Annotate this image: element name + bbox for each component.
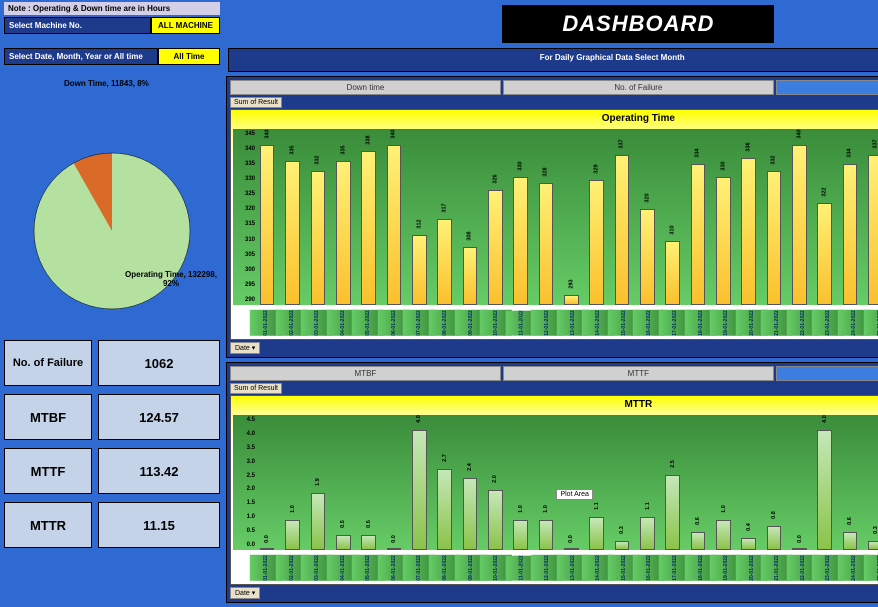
bar[interactable]: 332	[762, 129, 786, 305]
kpi-row: MTTR 11.15	[4, 502, 220, 548]
kpi-label-mttr: MTTR	[4, 502, 92, 548]
bar[interactable]: 0.3	[610, 415, 634, 550]
bar[interactable]: 1.0	[508, 415, 532, 550]
bar[interactable]: 334	[686, 129, 710, 305]
bar[interactable]: 335	[280, 129, 304, 305]
kpi-label-mttf: MTTF	[4, 448, 92, 494]
chart-title: MTTR	[231, 396, 878, 413]
bar[interactable]: 320	[635, 129, 659, 305]
bar[interactable]: 1.1	[635, 415, 659, 550]
bar[interactable]: 328	[534, 129, 558, 305]
bar[interactable]: 317	[432, 129, 456, 305]
bar[interactable]: 322	[813, 129, 837, 305]
bar[interactable]: 340	[255, 129, 279, 305]
kpi-value-failures: 1062	[98, 340, 220, 386]
dashboard-title: DASHBOARD	[502, 5, 774, 43]
dashboard-title-wrap: DASHBOARD	[224, 0, 878, 48]
bar[interactable]: 0.3	[863, 415, 878, 550]
bar[interactable]: 330	[711, 129, 735, 305]
pie-chart: Down Time, 11843, 8% Operating Time, 132…	[4, 76, 220, 336]
bar[interactable]: 4.0	[813, 415, 837, 550]
sum-of-result: Sum of Result	[230, 383, 282, 394]
kpi-value-mtbf: 124.57	[98, 394, 220, 440]
tab-failures[interactable]: No. of Failure	[503, 80, 774, 95]
tab-operating[interactable]: Operating Time	[776, 80, 878, 95]
kpi-value-mttf: 113.42	[98, 448, 220, 494]
bar[interactable]: 0.0	[787, 415, 811, 550]
bar[interactable]: 335	[331, 129, 355, 305]
bar[interactable]: 2.7	[432, 415, 456, 550]
bar[interactable]: 1.0	[534, 415, 558, 550]
bar[interactable]: 0.4	[737, 415, 761, 550]
bar[interactable]: 338	[356, 129, 380, 305]
bar[interactable]: 293	[559, 129, 583, 305]
period-select[interactable]: All Time	[158, 48, 220, 65]
bar[interactable]: 0.6	[686, 415, 710, 550]
bar[interactable]: 330	[508, 129, 532, 305]
bar[interactable]: 1.0	[280, 415, 304, 550]
bar[interactable]: 2.4	[458, 415, 482, 550]
bar[interactable]: 0.5	[356, 415, 380, 550]
pie-svg	[4, 76, 220, 336]
bar[interactable]: 2.0	[483, 415, 507, 550]
kpi-value-mttr: 11.15	[98, 502, 220, 548]
kpi-label-failures: No. of Failure	[4, 340, 92, 386]
chart-daily-mttr: MTTR Plot Area 4.54.03.53.02.52.01.51.00…	[230, 395, 878, 585]
bar[interactable]: 0.5	[331, 415, 355, 550]
bar[interactable]: 332	[306, 129, 330, 305]
daily-selector-label: For Daily Graphical Data Select Month	[228, 48, 878, 72]
bar[interactable]: 336	[737, 129, 761, 305]
bar[interactable]: 310	[661, 129, 685, 305]
date-selector[interactable]: Date ▾	[230, 587, 260, 599]
bar[interactable]: 329	[584, 129, 608, 305]
panel-daily-operating: Down time No. of Failure Operating Time …	[226, 76, 878, 358]
tab-mtbf[interactable]: MTBF	[230, 366, 501, 381]
machine-label: Select Machine No.	[4, 17, 151, 34]
bar[interactable]: 334	[838, 129, 862, 305]
kpi-row: MTBF 124.57	[4, 394, 220, 440]
bar[interactable]: 2.5	[661, 415, 685, 550]
tab-mttf[interactable]: MTTF	[503, 366, 774, 381]
bar[interactable]: 337	[610, 129, 634, 305]
kpi-row: No. of Failure 1062	[4, 340, 220, 386]
bar[interactable]: 1.9	[306, 415, 330, 550]
sum-of-result: Sum of Result	[230, 97, 282, 108]
note-banner: Note : Operating & Down time are in Hour…	[4, 2, 220, 15]
pie-op-label: Operating Time, 132298, 92%	[122, 271, 220, 289]
bar[interactable]: 1.0	[711, 415, 735, 550]
x-tick: 25-01-2022	[863, 310, 878, 336]
tab-downtime[interactable]: Down time	[230, 80, 501, 95]
kpi-label-mtbf: MTBF	[4, 394, 92, 440]
panel-daily-mttr: MTBF MTTF MTTR Sum of Result MTTR Plot A…	[226, 362, 878, 603]
machine-select[interactable]: ALL MACHINE	[151, 17, 220, 34]
bar[interactable]: 1.1	[584, 415, 608, 550]
bar[interactable]: 326	[483, 129, 507, 305]
bar[interactable]: 308	[458, 129, 482, 305]
bar[interactable]: 0.0	[559, 415, 583, 550]
bar[interactable]: 340	[382, 129, 406, 305]
date-selector[interactable]: Date ▾	[230, 342, 260, 354]
chart-daily-operating: Operating Time 3453403353303253203153103…	[230, 109, 878, 340]
bar[interactable]: 340	[787, 129, 811, 305]
bar[interactable]: 4.0	[407, 415, 431, 550]
bar[interactable]: 0.0	[382, 415, 406, 550]
bar[interactable]: 312	[407, 129, 431, 305]
bar[interactable]: 0.8	[762, 415, 786, 550]
tab-mttr[interactable]: MTTR	[776, 366, 878, 381]
x-tick: 25-01-2022	[863, 555, 878, 581]
period-label: Select Date, Month, Year or All time	[4, 48, 158, 65]
kpi-row: MTTF 113.42	[4, 448, 220, 494]
kpi-grid: No. of Failure 1062 MTBF 124.57 MTTF 113…	[4, 340, 220, 548]
bar[interactable]: 0.0	[255, 415, 279, 550]
chart-title: Operating Time	[231, 110, 878, 127]
pie-down-label: Down Time, 11843, 8%	[64, 80, 149, 89]
header-controls: Note : Operating & Down time are in Hour…	[0, 0, 224, 48]
bar[interactable]: 0.6	[838, 415, 862, 550]
bar[interactable]: 337	[863, 129, 878, 305]
